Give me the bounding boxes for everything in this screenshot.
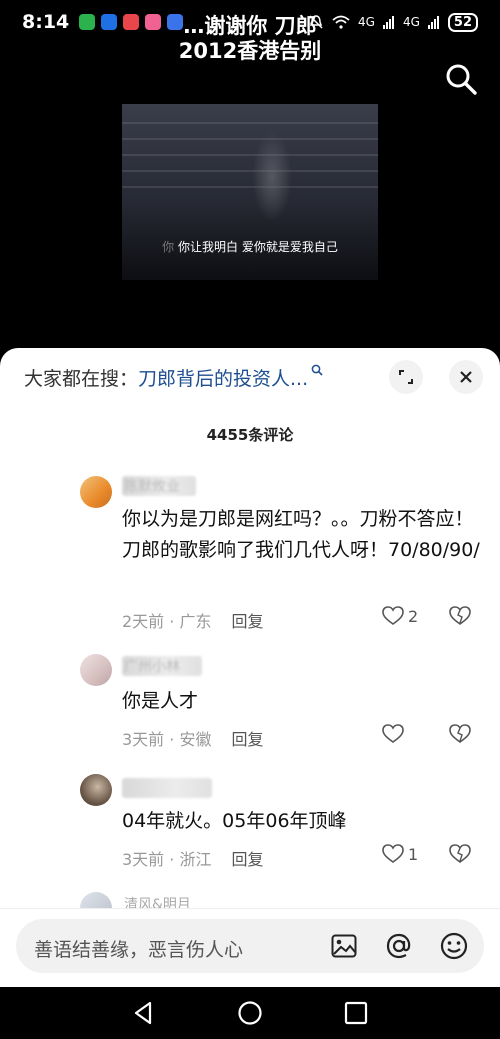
comment-meta: 3天前 · 浙江 回复 <box>122 850 264 869</box>
heart-icon <box>382 844 404 863</box>
recents-icon[interactable] <box>342 999 370 1027</box>
comment-count: 4455条评论 <box>206 426 294 444</box>
close-icon <box>460 371 472 383</box>
video-title-line1: …谢谢你 刀郎 <box>183 14 317 38</box>
like-count: 2 <box>408 606 419 626</box>
comment-time: 3天前 <box>122 850 165 869</box>
stage-stair <box>122 186 378 188</box>
dislike-icon[interactable] <box>449 724 471 744</box>
subtitle-text: 你让我明白 爱你就是爱我自己 <box>178 240 338 254</box>
search-icon[interactable] <box>444 62 478 96</box>
comment-time: 3天前 <box>122 730 165 749</box>
stage-stair <box>122 122 378 124</box>
hot-search-query[interactable]: 刀郎背后的投资人... <box>138 368 308 390</box>
hot-search-bar[interactable]: 大家都在搜：刀郎背后的投资人... <box>24 364 323 391</box>
emoji-button[interactable] <box>439 931 469 961</box>
comment-location: 浙江 <box>179 850 212 869</box>
expand-icon <box>399 370 413 384</box>
expand-button[interactable] <box>389 360 423 394</box>
home-icon[interactable] <box>236 999 264 1027</box>
subtitle-prefix: 你 <box>162 240 175 254</box>
video-title: …谢谢你 刀郎 2012香港告别 <box>0 14 500 64</box>
comment-location: 安徽 <box>179 730 212 749</box>
dislike-icon[interactable] <box>449 606 471 626</box>
heart-icon <box>382 724 404 743</box>
close-button[interactable] <box>449 360 483 394</box>
comment-text: 你是人才 <box>122 690 199 712</box>
comment-location: 广东 <box>179 612 212 631</box>
video-title-line2: 2012香港告别 <box>178 39 322 63</box>
avatar[interactable] <box>80 654 112 686</box>
dislike-icon[interactable] <box>449 844 471 864</box>
reply-button[interactable]: 回复 <box>231 730 263 749</box>
comment-meta: 3天前 · 安徽 回复 <box>122 730 264 749</box>
hot-search-label: 大家都在搜： <box>24 368 139 390</box>
like-button[interactable]: 2 <box>382 606 418 626</box>
like-button[interactable] <box>382 724 408 744</box>
comment-sheet: 大家都在搜：刀郎背后的投资人... 4455条评论 陈默攸业 你以为是刀郎是网红… <box>0 348 500 987</box>
like-button[interactable]: 1 <box>382 844 418 864</box>
stage-stair <box>122 170 378 172</box>
avatar[interactable] <box>80 476 112 508</box>
stage-stair <box>122 138 378 140</box>
comment-input-bar: 善语结善缘，恶言伤人心 <box>0 908 500 987</box>
reply-button[interactable]: 回复 <box>231 850 263 869</box>
comment-meta: 2天前 · 广东 回复 <box>122 612 264 631</box>
stage-stair <box>122 154 378 156</box>
image-icon <box>331 934 357 958</box>
back-icon[interactable] <box>130 999 158 1027</box>
heart-icon <box>382 606 404 625</box>
video-subtitle: 你 你让我明白 爱你就是爱我自己 <box>0 238 500 255</box>
system-nav-bar <box>0 987 500 1039</box>
search-small-icon <box>311 364 323 376</box>
comment-username[interactable]: 陈默攸业 <box>122 476 196 496</box>
comment-text: 你以为是刀郎是网红吗？。。刀粉不答应！刀郎的歌影响了我们几代人呀！70/80/9… <box>122 508 480 561</box>
reply-button[interactable]: 回复 <box>231 612 263 631</box>
like-count: 1 <box>408 844 419 864</box>
comment-username[interactable]: 广州小林 <box>122 656 202 676</box>
comment-input[interactable]: 善语结善缘，恶言伤人心 <box>16 919 484 973</box>
comment-input-placeholder: 善语结善缘，恶言伤人心 <box>34 939 244 961</box>
comment-time: 2天前 <box>122 612 165 631</box>
comment-username[interactable] <box>122 778 212 798</box>
emoji-icon <box>440 932 468 960</box>
image-button[interactable] <box>329 931 359 961</box>
at-icon <box>386 933 411 959</box>
mention-button[interactable] <box>384 931 414 961</box>
comment-text: 04年就火。05年06年顶峰 <box>122 810 347 832</box>
avatar[interactable] <box>80 774 112 806</box>
performer-silhouette <box>252 132 292 222</box>
